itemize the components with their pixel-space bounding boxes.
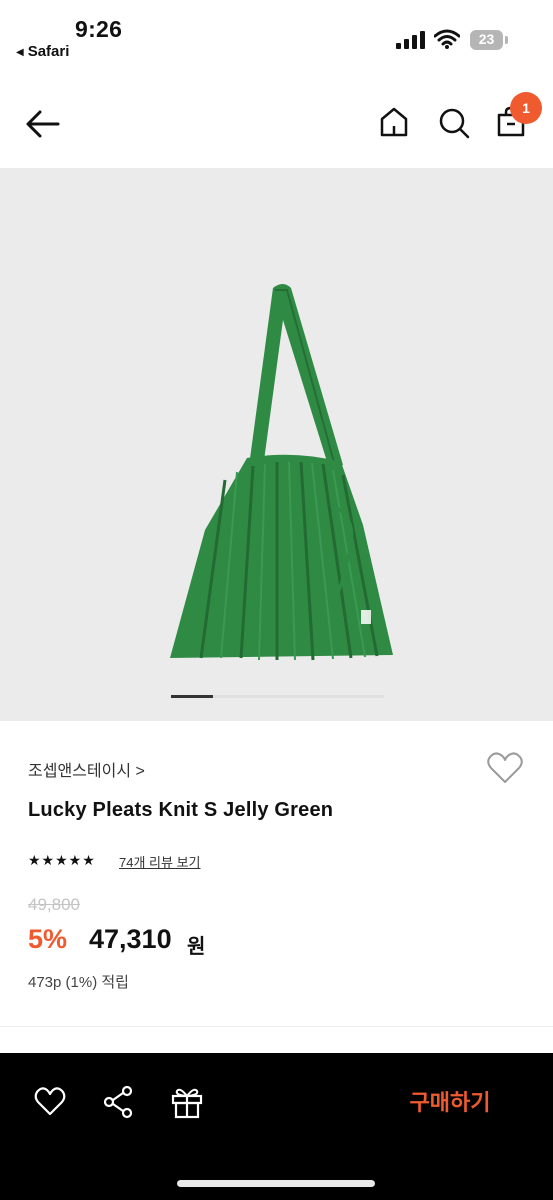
reviews-link[interactable]: 74개 리뷰 보기 <box>119 852 200 871</box>
heart-icon[interactable] <box>34 1087 66 1117</box>
section-divider <box>0 1026 553 1027</box>
battery-level: 23 <box>478 31 495 47</box>
reward-points: 473p (1%) 적립 <box>28 974 129 991</box>
status-bar: 9:26 ◀ Safari 23 <box>0 0 553 70</box>
brand-link[interactable]: 조셉앤스테이시 > <box>28 757 145 781</box>
product-image[interactable] <box>0 168 553 721</box>
back-arrow-icon[interactable] <box>24 109 60 139</box>
cart-count-badge: 1 <box>510 92 542 124</box>
back-to-app-link[interactable]: ◀ Safari <box>16 43 69 60</box>
product-title: Lucky Pleats Knit S Jelly Green <box>28 799 334 821</box>
wishlist-heart-icon[interactable] <box>486 751 524 785</box>
sale-price: 47,310 <box>89 924 172 954</box>
carousel-active-segment <box>171 695 213 698</box>
rating-stars: ★★★★★ <box>28 852 96 868</box>
cellular-signal-icon <box>396 31 425 49</box>
battery-cap <box>505 36 508 44</box>
share-icon[interactable] <box>102 1085 134 1119</box>
buy-now-button[interactable]: 구매하기 <box>380 1083 520 1123</box>
bottom-action-bar: 구매하기 <box>0 1053 553 1200</box>
status-time: 9:26 <box>75 16 123 42</box>
back-app-label: Safari <box>27 43 70 60</box>
currency-unit: 원 <box>187 936 206 958</box>
battery-icon: 23 <box>470 30 503 50</box>
home-icon[interactable] <box>378 106 410 138</box>
gift-icon[interactable] <box>170 1085 204 1119</box>
product-photo-bag <box>170 284 393 661</box>
top-nav <box>0 70 553 168</box>
search-icon[interactable] <box>438 107 470 139</box>
image-carousel-indicator <box>171 695 384 698</box>
home-indicator <box>177 1180 375 1187</box>
discount-rate: 5% <box>28 924 68 954</box>
wifi-icon <box>434 29 460 49</box>
original-price: 49,800 <box>28 895 80 914</box>
product-info: 조셉앤스테이시 > Lucky Pleats Knit S Jelly Gree… <box>0 721 553 1027</box>
back-triangle-icon: ◀ <box>16 47 24 58</box>
